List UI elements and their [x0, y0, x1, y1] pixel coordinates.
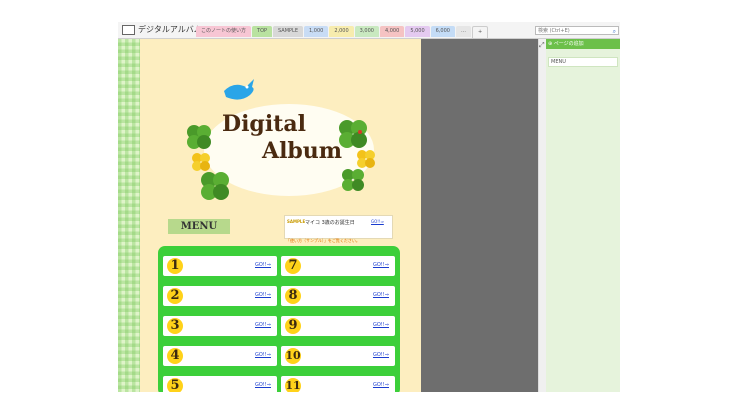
go-link[interactable]: GO!!⇒	[373, 352, 389, 358]
album-number: 1	[170, 258, 180, 273]
number-badge: 8	[284, 287, 302, 305]
album-number: 10	[285, 349, 301, 362]
tab-more[interactable]: …	[455, 26, 471, 37]
go-link[interactable]: GO!!⇒	[373, 292, 389, 298]
album-cell[interactable]: 10 GO!!⇒	[281, 346, 395, 366]
tab-section[interactable]: 3,000	[354, 26, 379, 37]
notebook-title: デジタルアルバム	[138, 25, 202, 34]
album-number: 5	[170, 378, 180, 392]
clover-icon	[201, 172, 229, 200]
sample-link-box[interactable]: SAMPLE マイコ 3歳のお誕生日 GO!!⇒	[284, 215, 393, 239]
logo-album: Album	[262, 138, 343, 164]
number-badge: 1	[166, 257, 184, 275]
go-link[interactable]: GO!!⇒	[373, 382, 389, 388]
album-cell[interactable]: 2 GO!!⇒	[163, 286, 277, 306]
sample-title: マイコ 3歳のお誕生日	[305, 220, 355, 226]
album-cell[interactable]: 5 GO!!⇒	[163, 376, 277, 392]
page-overflow-area	[421, 39, 538, 392]
expand-icon[interactable]: ⤢	[539, 41, 545, 50]
sample-go-link[interactable]: GO!!⇒	[371, 219, 384, 224]
tab-section[interactable]: TOP	[252, 26, 273, 37]
tab-section[interactable]: 2,000	[329, 26, 354, 37]
number-badge: 5	[166, 377, 184, 392]
album-number: 2	[170, 288, 180, 303]
go-link[interactable]: GO!!⇒	[255, 292, 271, 298]
album-number: 7	[288, 258, 298, 273]
number-badge: 3	[166, 317, 184, 335]
number-badge: 10	[284, 347, 302, 365]
page-list-panel: ⊕ ページの追加 MENU	[546, 39, 620, 392]
add-page-label: ページの追加	[553, 41, 584, 47]
album-cell[interactable]: 9 GO!!⇒	[281, 316, 395, 336]
search-icon[interactable]: ⌕	[613, 27, 616, 36]
go-link[interactable]: GO!!⇒	[255, 262, 271, 268]
go-link[interactable]: GO!!⇒	[373, 262, 389, 268]
go-link[interactable]: GO!!⇒	[255, 352, 271, 358]
onenote-window: デジタルアルバム ▼ このノートの使い方 TOP SAMPLE 1,000 2,…	[118, 22, 620, 392]
album-cell[interactable]: 1 GO!!⇒	[163, 256, 277, 276]
search-placeholder: 検索 (Ctrl+E)	[538, 28, 570, 34]
album-cell[interactable]: 7 GO!!⇒	[281, 256, 395, 276]
tab-section[interactable]: 6,000	[430, 26, 455, 37]
bird-icon	[224, 79, 254, 100]
album-menu-grid: 1 GO!!⇒ 7 GO!!⇒ 2 GO!!⇒ 8 GO!!⇒ 3 GO!!⇒ …	[158, 246, 400, 392]
number-badge: 7	[284, 257, 302, 275]
gingham-border	[118, 39, 140, 392]
album-number: 8	[288, 288, 298, 303]
tab-section[interactable]: 5,000	[405, 26, 430, 37]
album-number: 11	[285, 379, 301, 392]
album-cell[interactable]: 11 GO!!⇒	[281, 376, 395, 392]
tab-section[interactable]: SAMPLE	[273, 26, 303, 37]
tab-add[interactable]: +	[471, 26, 489, 39]
sample-note: 「使い方（サンプル）」をご覧ください。	[286, 238, 360, 243]
number-badge: 9	[284, 317, 302, 335]
album-cell[interactable]: 3 GO!!⇒	[163, 316, 277, 336]
logo-digital: Digital	[222, 111, 306, 137]
section-tabs: このノートの使い方 TOP SAMPLE 1,000 2,000 3,000 4…	[196, 26, 489, 39]
album-cell[interactable]: 8 GO!!⇒	[281, 286, 395, 306]
menu-label: MENU	[168, 219, 230, 234]
album-number: 4	[170, 348, 180, 363]
search-input[interactable]: 検索 (Ctrl+E) ⌕	[535, 26, 619, 35]
album-number: 3	[170, 318, 180, 333]
album-number: 9	[288, 318, 298, 333]
page-list-item[interactable]: MENU	[548, 57, 618, 67]
number-badge: 11	[284, 377, 302, 392]
notebook-icon	[122, 24, 135, 35]
album-cell[interactable]: 4 GO!!⇒	[163, 346, 277, 366]
clover-icon	[187, 125, 211, 149]
page-canvas[interactable]: Digital Album MENU SAMPLE マイコ 3歳のお誕生日 GO…	[140, 39, 421, 392]
go-link[interactable]: GO!!⇒	[255, 382, 271, 388]
title-bar: デジタルアルバム ▼ このノートの使い方 TOP SAMPLE 1,000 2,…	[118, 22, 620, 39]
tab-section[interactable]: このノートの使い方	[196, 26, 252, 37]
go-link[interactable]: GO!!⇒	[373, 322, 389, 328]
clover-icon	[342, 169, 364, 191]
tab-section[interactable]: 1,000	[304, 26, 329, 37]
clover-icon	[357, 150, 375, 168]
number-badge: 4	[166, 347, 184, 365]
tab-section[interactable]: 4,000	[379, 26, 405, 37]
add-page-button[interactable]: ⊕ ページの追加	[546, 39, 620, 49]
number-badge: 2	[166, 287, 184, 305]
go-link[interactable]: GO!!⇒	[255, 322, 271, 328]
sample-badge: SAMPLE	[287, 219, 306, 224]
